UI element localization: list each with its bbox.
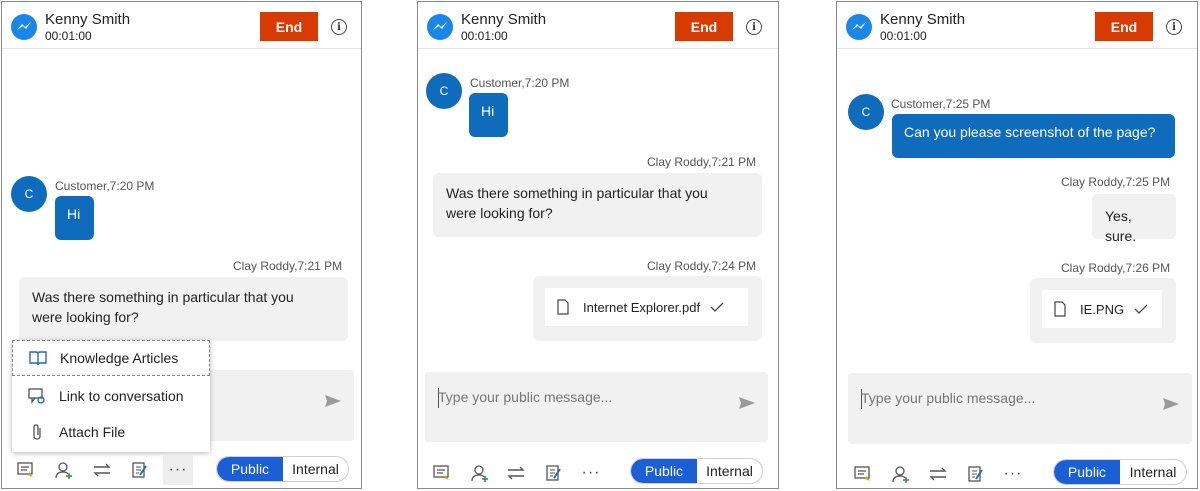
agent-message-bubble: Was there something in particular that y… bbox=[433, 173, 762, 237]
info-icon[interactable]: i bbox=[1166, 19, 1182, 35]
notes-icon[interactable] bbox=[965, 463, 987, 485]
chat-panel-3: Kenny Smith 00:01:00 End i C Customer,7:… bbox=[836, 1, 1198, 489]
agent-message-line-2: were looking for? bbox=[32, 309, 139, 325]
file-name: Internet Explorer.pdf bbox=[583, 299, 701, 315]
internal-option[interactable]: Internal bbox=[697, 459, 762, 483]
customer-message-meta: Customer,7:25 PM bbox=[891, 97, 991, 111]
customer-message-bubble: Hi bbox=[469, 93, 508, 137]
agent-message-meta: Clay Roddy,7:25 PM bbox=[1061, 175, 1171, 189]
notes-icon[interactable] bbox=[129, 459, 151, 481]
info-icon[interactable]: i bbox=[746, 19, 762, 35]
more-options-icon[interactable]: ··· bbox=[163, 455, 193, 485]
customer-name: Kenny Smith bbox=[461, 11, 547, 28]
file-attachment[interactable]: IE.PNG bbox=[1042, 290, 1162, 328]
agent-message-bubble: Was there something in particular that y… bbox=[19, 277, 348, 341]
chat-header: Kenny Smith 00:01:00 End i bbox=[418, 2, 778, 49]
public-internal-toggle[interactable]: Public Internal bbox=[630, 458, 763, 484]
message-input[interactable]: Type your public message... bbox=[425, 372, 768, 442]
customer-name: Kenny Smith bbox=[880, 11, 966, 28]
book-icon bbox=[28, 350, 48, 366]
end-button[interactable]: End bbox=[675, 12, 733, 41]
check-icon bbox=[1134, 304, 1148, 314]
menu-item-knowledge-articles[interactable]: Knowledge Articles bbox=[12, 340, 210, 376]
info-icon[interactable]: i bbox=[331, 19, 347, 35]
menu-item-label: Attach File bbox=[59, 424, 126, 440]
consult-icon[interactable] bbox=[890, 463, 912, 485]
consult-icon[interactable] bbox=[53, 459, 75, 481]
messenger-icon bbox=[846, 14, 872, 40]
customer-message-bubble: Hi bbox=[55, 196, 94, 240]
paperclip-icon bbox=[27, 423, 47, 441]
public-option[interactable]: Public bbox=[217, 457, 283, 481]
send-icon[interactable] bbox=[1162, 397, 1180, 416]
send-icon[interactable] bbox=[738, 396, 756, 415]
messenger-icon bbox=[427, 14, 453, 40]
call-timer: 00:01:00 bbox=[45, 29, 92, 43]
menu-item-link-to-conversation[interactable]: Link to conversation bbox=[12, 378, 210, 414]
public-option[interactable]: Public bbox=[631, 459, 697, 483]
agent-message-line-1: Was there something in particular that y… bbox=[32, 289, 294, 305]
internal-option[interactable]: Internal bbox=[283, 457, 348, 481]
link-conversation-icon bbox=[27, 387, 47, 405]
public-internal-toggle[interactable]: Public Internal bbox=[216, 456, 349, 482]
chat-header: Kenny Smith 00:01:00 End i bbox=[2, 2, 361, 49]
file-attachment[interactable]: Internet Explorer.pdf bbox=[545, 288, 748, 326]
message-input-placeholder: Type your public message... bbox=[438, 389, 613, 405]
document-icon bbox=[1054, 301, 1066, 317]
call-timer: 00:01:00 bbox=[880, 29, 927, 43]
call-timer: 00:01:00 bbox=[461, 29, 508, 43]
file-name: IE.PNG bbox=[1080, 301, 1125, 317]
customer-message-meta: Customer,7:20 PM bbox=[470, 76, 570, 90]
file-message: IE.PNG bbox=[1030, 278, 1176, 343]
chat-panel-1: Kenny Smith 00:01:00 End i C Customer,7:… bbox=[1, 1, 362, 489]
transfer-icon[interactable] bbox=[91, 459, 113, 481]
menu-item-attach-file[interactable]: Attach File bbox=[12, 414, 210, 450]
menu-item-label: Knowledge Articles bbox=[60, 350, 179, 366]
customer-avatar: C bbox=[426, 73, 462, 109]
send-icon[interactable] bbox=[324, 394, 342, 413]
quick-replies-icon[interactable] bbox=[852, 463, 874, 485]
public-option[interactable]: Public bbox=[1054, 460, 1120, 484]
customer-avatar: C bbox=[11, 176, 47, 212]
transfer-icon[interactable] bbox=[927, 463, 949, 485]
quick-replies-icon[interactable] bbox=[431, 462, 453, 484]
end-button[interactable]: End bbox=[1095, 12, 1153, 41]
chat-panel-2: Kenny Smith 00:01:00 End i C Customer,7:… bbox=[417, 1, 779, 489]
consult-icon[interactable] bbox=[469, 462, 491, 484]
agent-message-line-2: were looking for? bbox=[446, 205, 553, 221]
agent-message-meta: Clay Roddy,7:21 PM bbox=[647, 155, 757, 169]
more-options-icon[interactable]: ··· bbox=[1002, 463, 1024, 485]
message-input[interactable]: Type your public message... bbox=[848, 373, 1192, 444]
customer-name: Kenny Smith bbox=[45, 11, 131, 28]
check-icon bbox=[710, 302, 724, 312]
file-message-meta: Clay Roddy,7:24 PM bbox=[647, 259, 757, 273]
customer-message-meta: Customer,7:20 PM bbox=[55, 179, 155, 193]
transfer-icon[interactable] bbox=[505, 462, 527, 484]
chat-header: Kenny Smith 00:01:00 End i bbox=[837, 2, 1197, 49]
file-message: Internet Explorer.pdf bbox=[533, 276, 762, 341]
customer-message-bubble: Can you please screenshot of the page? bbox=[892, 114, 1175, 158]
agent-message-line-1: Was there something in particular that y… bbox=[446, 185, 708, 201]
agent-message-meta: Clay Roddy,7:21 PM bbox=[233, 259, 343, 273]
more-actions-menu: Knowledge Articles Link to conversation … bbox=[12, 340, 210, 452]
file-message-meta: Clay Roddy,7:26 PM bbox=[1061, 261, 1171, 275]
agent-message-bubble: Yes, sure. bbox=[1092, 194, 1176, 244]
notes-icon[interactable] bbox=[543, 462, 565, 484]
menu-item-label: Link to conversation bbox=[59, 388, 184, 404]
internal-option[interactable]: Internal bbox=[1120, 460, 1186, 484]
document-icon bbox=[557, 299, 569, 315]
message-input[interactable] bbox=[208, 370, 354, 441]
messenger-icon bbox=[11, 14, 37, 40]
customer-avatar: C bbox=[848, 94, 884, 130]
message-input-placeholder: Type your public message... bbox=[861, 390, 1036, 406]
end-button[interactable]: End bbox=[260, 12, 318, 41]
more-options-icon[interactable]: ··· bbox=[580, 462, 602, 484]
public-internal-toggle[interactable]: Public Internal bbox=[1053, 459, 1187, 485]
quick-replies-icon[interactable] bbox=[15, 459, 37, 481]
